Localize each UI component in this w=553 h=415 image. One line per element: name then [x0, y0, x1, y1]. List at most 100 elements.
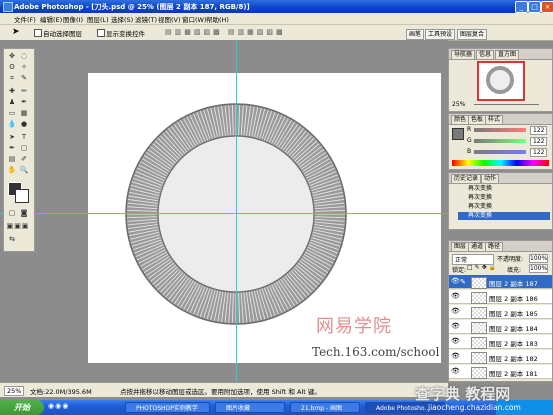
history-item-current[interactable]: 再次变换 — [458, 212, 550, 220]
visibility-eye-icon[interactable]: 👁 — [451, 278, 460, 285]
history-item[interactable]: 再次变换 — [458, 194, 550, 202]
tab-actions[interactable]: 动作 — [481, 174, 500, 183]
imageready-icon[interactable]: ⇆ — [7, 235, 17, 244]
layer-row[interactable]: 👁 图层 2 副本 183 — [449, 335, 552, 349]
standard-mode-icon[interactable]: ▢ — [7, 209, 17, 218]
brush-tool-icon[interactable]: ✏ — [19, 87, 29, 96]
tab-tool-presets[interactable]: 工具预设 — [425, 29, 456, 40]
channel-g-slider[interactable] — [474, 139, 526, 143]
color-fg-swatch[interactable] — [452, 128, 464, 140]
layer-row[interactable]: 👁 图层 2 副本 186 — [449, 290, 552, 304]
tab-history[interactable]: 历史记录 — [451, 174, 482, 183]
doc-size-info[interactable]: 文档:22.0M/395.6M — [30, 386, 92, 396]
layer-row[interactable]: 👁 ✎ 图层 2 副本 187 — [449, 275, 552, 289]
gradient-tool-icon[interactable]: ▦ — [19, 109, 29, 118]
channel-r-slider[interactable] — [474, 128, 526, 132]
menu-layer[interactable]: 图层(L) — [87, 14, 109, 24]
channel-b-slider[interactable] — [474, 150, 526, 154]
quick-mask-icon[interactable]: ◙ — [19, 209, 29, 218]
blur-tool-icon[interactable]: 💧 — [7, 120, 17, 129]
tab-histogram[interactable]: 直方图 — [495, 50, 520, 59]
maximize-button[interactable]: □ — [528, 1, 541, 13]
zoom-tool-icon[interactable]: 🔍 — [19, 166, 29, 175]
healing-brush-icon[interactable]: ✚ — [7, 87, 17, 96]
layer-row[interactable]: 👁 图层 2 副本 181 — [449, 365, 552, 379]
notes-tool-icon[interactable]: ▤ — [7, 155, 17, 164]
menu-edit[interactable]: 编辑(E) — [40, 14, 62, 24]
close-button[interactable]: × — [541, 1, 553, 13]
menu-image[interactable]: 图像(I) — [63, 14, 83, 24]
visibility-eye-icon[interactable]: 👁 — [451, 353, 460, 360]
lock-icons[interactable]: □✎✥🔒 — [467, 264, 498, 271]
lock-label: 锁定: — [452, 267, 467, 274]
color-spectrum-bar[interactable] — [452, 160, 549, 166]
zoom-field[interactable]: 25% — [4, 386, 25, 396]
status-bar: 25% 文档:22.0M/395.6M 点按并拖移以移动图层或选区。要用附加选项… — [0, 382, 448, 397]
eraser-tool-icon[interactable]: ▭ — [7, 109, 17, 118]
visibility-eye-icon[interactable]: 👁 — [451, 338, 460, 345]
layer-row[interactable]: 👁 图层 2 副本 184 — [449, 320, 552, 334]
show-transform-checkbox[interactable] — [97, 29, 105, 37]
start-button[interactable]: 开始 — [0, 400, 44, 415]
tab-styles[interactable]: 样式 — [485, 115, 504, 124]
magic-wand-icon[interactable]: ✧ — [19, 63, 29, 72]
align-buttons-icon[interactable]: ▤▥▦▧▨▩ ▤▥▦▧▨▩ — [165, 28, 286, 36]
dodge-tool-icon[interactable]: ● — [19, 120, 29, 129]
vertical-guide[interactable] — [236, 40, 237, 382]
eyedropper-icon[interactable]: ✐ — [19, 155, 29, 164]
navigator-zoom[interactable]: 25% — [452, 101, 465, 108]
navigator-zoom-slider[interactable] — [474, 104, 539, 105]
tab-paths[interactable]: 路径 — [485, 242, 504, 251]
layer-row[interactable]: 👁 图层 2 副本 185 — [449, 305, 552, 319]
tab-info[interactable]: 信息 — [476, 50, 495, 59]
tab-layers[interactable]: 图层 — [451, 242, 470, 251]
slice-tool-icon[interactable]: ✎ — [19, 74, 29, 83]
menu-view[interactable]: 视图(V) — [158, 14, 181, 24]
visibility-eye-icon[interactable]: 👁 — [451, 368, 460, 375]
minimize-button[interactable]: _ — [515, 1, 528, 13]
fill-field[interactable]: 100% — [529, 264, 549, 273]
visibility-eye-icon[interactable]: 👁 — [451, 323, 460, 330]
tab-color[interactable]: 颜色 — [451, 115, 470, 124]
background-color-swatch[interactable] — [15, 189, 29, 203]
history-item[interactable]: 再次变换 — [458, 203, 550, 211]
screen-mode-icons[interactable]: ▣▣▣ — [4, 222, 32, 231]
channel-g-value[interactable]: 122 — [530, 137, 548, 146]
hand-tool-icon[interactable]: ✋ — [7, 166, 17, 175]
clone-stamp-icon[interactable]: ♟ — [7, 98, 17, 107]
menu-file[interactable]: 文件(F) — [14, 14, 36, 24]
path-selection-icon[interactable]: ➤ — [7, 133, 17, 142]
tab-channels[interactable]: 通道 — [468, 242, 487, 251]
shape-tool-icon[interactable]: ▢ — [19, 144, 29, 153]
navigator-thumbnail[interactable] — [477, 61, 525, 101]
opacity-field[interactable]: 100% — [529, 254, 549, 263]
history-item[interactable]: 再次变换 — [458, 185, 550, 193]
tab-layer-comps[interactable]: 图层复合 — [457, 29, 488, 40]
tab-navigator[interactable]: 导航器 — [451, 50, 476, 59]
lasso-tool-icon[interactable]: ʘ — [7, 63, 17, 72]
horizontal-guide[interactable] — [0, 213, 448, 214]
visibility-eye-icon[interactable]: 👁 — [451, 293, 460, 300]
menu-select[interactable]: 选择(S) — [111, 14, 133, 24]
type-tool-icon[interactable]: T — [19, 133, 29, 142]
marquee-tool-icon[interactable]: ◌ — [19, 52, 29, 61]
history-brush-icon[interactable]: ✒ — [19, 98, 29, 107]
layer-row[interactable]: 👁 图层 2 副本 182 — [449, 350, 552, 364]
tab-brushes[interactable]: 画笔 — [406, 29, 425, 40]
move-tool-icon[interactable]: ✥ — [7, 52, 17, 61]
channel-r-value[interactable]: 122 — [530, 126, 548, 135]
tab-swatches[interactable]: 色板 — [468, 115, 487, 124]
visibility-eye-icon[interactable]: 👁 — [451, 308, 460, 315]
menu-filter[interactable]: 滤镜(T) — [135, 14, 157, 24]
menu-window[interactable]: 窗口(W) — [182, 14, 207, 24]
task-photoshop-tutorial[interactable]: PHOTOSHOP实例教学 — [125, 402, 210, 413]
channel-b-value[interactable]: 122 — [530, 148, 548, 157]
menu-help[interactable]: 帮助(H) — [206, 14, 229, 24]
move-tool-icon[interactable]: ➤ — [12, 27, 20, 37]
task-paint[interactable]: 21.bmp - 画图 — [290, 402, 360, 413]
task-picture-folder[interactable]: 图片收藏 — [215, 402, 285, 413]
pen-tool-icon[interactable]: ✒ — [7, 144, 17, 153]
auto-select-checkbox[interactable] — [34, 29, 42, 37]
crop-tool-icon[interactable]: ⌗ — [7, 74, 17, 83]
quick-launch-icons[interactable]: ◉◉◉ — [48, 402, 72, 413]
